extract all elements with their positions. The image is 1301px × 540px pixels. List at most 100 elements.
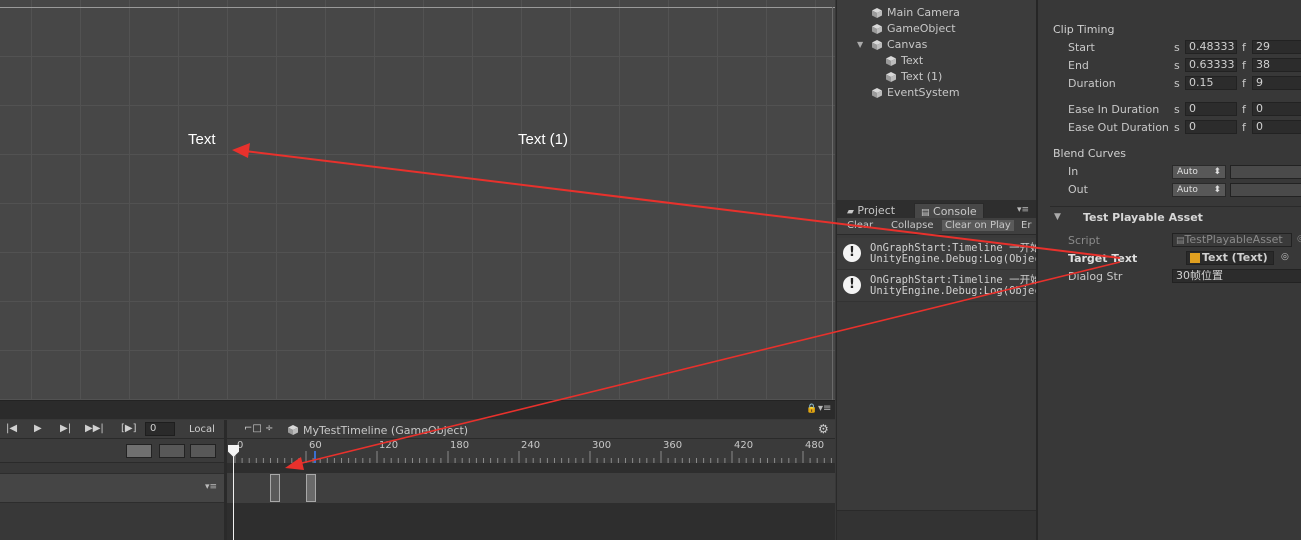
gameobject-icon: [288, 425, 298, 435]
playhead-line: [233, 455, 234, 540]
end-frames-field[interactable]: 38: [1252, 58, 1301, 72]
timeline-track-area[interactable]: [227, 463, 835, 540]
blend-out-curve-field[interactable]: [1230, 183, 1301, 197]
ruler-tick-label: 420: [734, 440, 754, 451]
scene-border-right: [832, 7, 833, 400]
scene-text-1-object[interactable]: Text (1): [518, 131, 568, 148]
test-playable-asset-heading[interactable]: Test Playable Asset: [1083, 211, 1301, 229]
mix-mode-icon[interactable]: [126, 444, 152, 458]
folder-icon: ▰: [847, 207, 854, 217]
script-value: TestPlayableAsset: [1184, 233, 1283, 246]
hierarchy-item-text-1[interactable]: Text (1): [901, 70, 942, 83]
script-icon: ▤: [1176, 236, 1185, 246]
ruler-tick-label: 480: [805, 440, 825, 451]
hierarchy-item-text[interactable]: Text: [901, 54, 923, 67]
ease-out-frames-field[interactable]: 0: [1252, 120, 1301, 134]
frame-field[interactable]: 0: [145, 422, 175, 436]
blend-in-label: In: [1068, 165, 1079, 178]
go-to-end-icon[interactable]: ▶▶|: [85, 423, 104, 434]
dialog-str-field[interactable]: 30帧位置: [1172, 269, 1301, 283]
end-seconds-field[interactable]: 0.63333: [1185, 58, 1237, 72]
console-toolbar: Clear Collapse Clear on Play Er: [837, 218, 1037, 235]
tab-project[interactable]: ▰ Project: [841, 203, 901, 219]
error-pause-button[interactable]: Er: [1021, 220, 1031, 231]
duration-seconds-field[interactable]: 0.15: [1185, 76, 1237, 90]
local-toggle[interactable]: Local: [189, 424, 215, 435]
panel-menu-icon[interactable]: ▾≡: [1017, 205, 1029, 215]
seconds-unit: s: [1174, 59, 1180, 72]
preview-range-icon[interactable]: [▶]: [121, 423, 137, 434]
track-header-toolbar: [0, 439, 224, 463]
clear-on-play-button[interactable]: Clear on Play: [942, 220, 1014, 231]
expand-arrow-icon[interactable]: ▼: [857, 40, 863, 49]
timeline-clip[interactable]: [270, 474, 280, 502]
scene-text-object[interactable]: Text: [188, 131, 216, 148]
ruler-tick-label: 60: [309, 440, 322, 451]
play-icon[interactable]: ▶: [34, 423, 42, 434]
ruler-tick-label: 300: [592, 440, 612, 451]
ripple-mode-icon[interactable]: [159, 444, 185, 458]
target-text-label: Target Text: [1068, 252, 1138, 265]
console-tab-bar: ▰ Project ▤ Console ▾≡: [837, 200, 1037, 219]
blend-out-dropdown[interactable]: Auto ⬍: [1172, 183, 1226, 197]
tab-console-label: Console: [933, 205, 977, 218]
seconds-unit: s: [1174, 103, 1180, 116]
console-icon: ▤: [921, 208, 930, 218]
next-frame-icon[interactable]: ▶|: [60, 423, 71, 434]
ease-in-seconds-field[interactable]: 0: [1185, 102, 1237, 116]
gameobject-icon: [872, 8, 882, 18]
clear-button[interactable]: Clear: [847, 220, 873, 231]
blend-curves-heading: Blend Curves: [1053, 147, 1127, 160]
timeline-clip[interactable]: [306, 474, 316, 502]
hierarchy-item-gameobject[interactable]: GameObject: [887, 22, 956, 35]
console-log-entry[interactable]: ! OnGraphStart:Timeline 一开始 UnityEngine.…: [837, 238, 1037, 270]
tab-console[interactable]: ▤ Console: [914, 203, 984, 219]
settings-gear-icon[interactable]: ⚙: [818, 422, 829, 436]
ease-out-label: Ease Out Duration: [1068, 121, 1169, 134]
start-frames-field[interactable]: 29: [1252, 40, 1301, 54]
frames-unit: f: [1242, 77, 1246, 90]
script-label: Script: [1068, 234, 1100, 247]
blend-out-label: Out: [1068, 183, 1088, 196]
frames-unit: f: [1242, 103, 1246, 116]
gameobject-icon: [886, 72, 896, 82]
track-menu-icon[interactable]: ▾≡: [205, 482, 217, 492]
lock-icon[interactable]: 🔒: [806, 404, 817, 414]
foldout-arrow-icon[interactable]: ▼: [1054, 212, 1061, 222]
ease-in-frames-field[interactable]: 0: [1252, 102, 1301, 116]
target-text-field[interactable]: Text (Text): [1186, 251, 1274, 265]
go-to-start-icon[interactable]: |◀: [6, 423, 17, 434]
gameobject-icon: [872, 40, 882, 50]
ruler-tick-label: 240: [521, 440, 541, 451]
blend-in-dropdown[interactable]: Auto ⬍: [1172, 165, 1226, 179]
replace-mode-icon[interactable]: [190, 444, 216, 458]
duration-frames-field[interactable]: 9: [1252, 76, 1301, 90]
ease-out-seconds-field[interactable]: 0: [1185, 120, 1237, 134]
seconds-unit: s: [1174, 121, 1180, 134]
start-seconds-field[interactable]: 0.48333: [1185, 40, 1237, 54]
gameobject-icon: [872, 24, 882, 34]
ruler-tick-label: 120: [379, 440, 399, 451]
clip-timing-heading: Clip Timing: [1053, 23, 1115, 36]
log-info-icon: !: [843, 244, 861, 262]
console-log-entry[interactable]: ! OnGraphStart:Timeline 一开始 UnityEngine.…: [837, 270, 1037, 302]
timeline-ruler[interactable]: 0 60 120 180 240 300 360 420 480: [227, 439, 835, 463]
frames-unit: f: [1242, 121, 1246, 134]
playable-track[interactable]: [227, 473, 835, 503]
hierarchy-item-canvas[interactable]: Canvas: [887, 38, 927, 51]
hierarchy-item-eventsystem[interactable]: EventSystem: [887, 86, 960, 99]
blend-in-curve-field[interactable]: [1230, 165, 1301, 179]
collapse-button[interactable]: Collapse: [891, 220, 934, 231]
frames-unit: f: [1242, 41, 1246, 54]
timeline-asset-name[interactable]: MyTestTimeline (GameObject): [303, 424, 468, 437]
dialog-str-label: Dialog Str: [1068, 270, 1123, 283]
section-divider: [1050, 206, 1301, 207]
gameobject-icon: [872, 88, 882, 98]
snap-dropdown-icon[interactable]: ⌐□ ÷: [244, 423, 273, 434]
scene-view[interactable]: Text Text (1): [0, 0, 835, 400]
object-picker-icon[interactable]: ◎: [1281, 252, 1289, 262]
dropdown-arrows-icon: ⬍: [1213, 167, 1221, 177]
track-header-row[interactable]: ▾≡: [0, 473, 224, 503]
hierarchy-item-main-camera[interactable]: Main Camera: [887, 6, 960, 19]
menu-icon[interactable]: ▾≡: [818, 403, 831, 414]
